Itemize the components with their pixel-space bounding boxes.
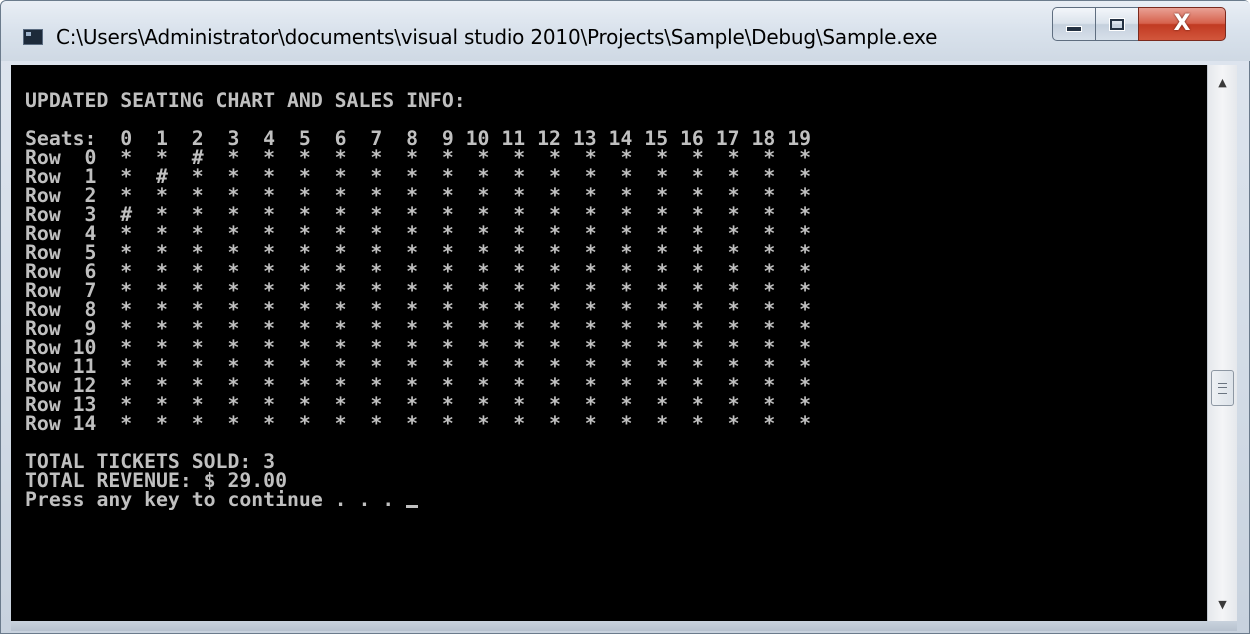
scrollbar-thumb[interactable] (1211, 370, 1234, 406)
heading-line: UPDATED SEATING CHART AND SALES INFO: (25, 89, 466, 112)
thumb-grip-icon (1218, 382, 1227, 394)
maximize-button[interactable] (1095, 7, 1139, 41)
continue-prompt: Press any key to continue . . . (25, 488, 407, 511)
title-bar[interactable]: C:\Users\Administrator\documents\visual … (1, 1, 1250, 61)
scroll-down-button[interactable]: ▼ (1208, 587, 1237, 621)
maximize-icon (1109, 17, 1125, 31)
console-window: C:\Users\Administrator\documents\visual … (0, 0, 1250, 634)
console-output-area[interactable]: UPDATED SEATING CHART AND SALES INFO: Se… (11, 65, 1207, 621)
console-app-icon[interactable] (23, 29, 43, 45)
scroll-down-arrow-icon: ▼ (1218, 597, 1227, 611)
window-title: C:\Users\Administrator\documents\visual … (56, 25, 938, 49)
window-bottom-border (11, 621, 1237, 631)
scroll-up-arrow-icon: ▲ (1218, 75, 1227, 89)
scroll-up-button[interactable]: ▲ (1208, 65, 1237, 99)
minimize-icon (1066, 26, 1082, 32)
close-button[interactable]: X (1138, 7, 1226, 41)
text-cursor (406, 505, 419, 508)
close-icon: X (1173, 11, 1191, 36)
seat-row-14: Row 14 * * * * * * * * * * * * * * * * *… (25, 412, 812, 435)
vertical-scrollbar[interactable]: ▲ ▼ (1207, 65, 1237, 621)
console-text: UPDATED SEATING CHART AND SALES INFO: Se… (25, 89, 812, 511)
minimize-button[interactable] (1052, 7, 1096, 41)
